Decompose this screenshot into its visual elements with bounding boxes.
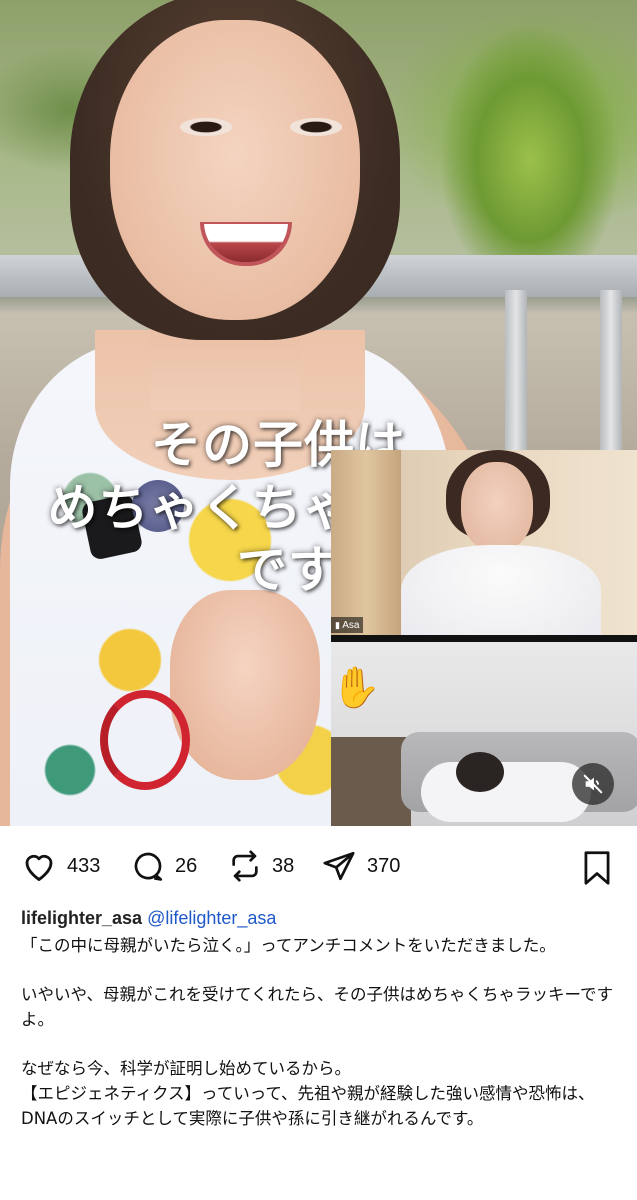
author-username[interactable]: lifelighter_asa [21, 908, 142, 928]
caption-paragraph-2: いやいや、母親がこれを受けてくれたら、その子供はめちゃくちゃラッキーですよ。 [21, 985, 614, 1029]
share-count: 370 [367, 854, 401, 877]
inset-divider [331, 635, 637, 642]
repost-count: 38 [272, 854, 295, 877]
author-mention-link[interactable]: @lifelighter_asa [147, 908, 276, 928]
mic-muted-icon: ▮ [335, 620, 340, 630]
clasped-hands [170, 590, 320, 780]
comment-bubble-icon [134, 852, 163, 881]
face [110, 20, 360, 320]
speaker-muted-icon [583, 774, 603, 794]
participant-body [401, 545, 601, 635]
heart-icon [25, 854, 53, 881]
raised-hand-icon: ✋ [331, 665, 381, 711]
shelf [331, 737, 411, 826]
caption-paragraph-3-line-2: 【エピジェネティクス】っていって、先祖や親が経験した強い感情や恐怖は、DNAのス… [21, 1084, 595, 1128]
caption-paragraph-3-line-1: なぜなら今、科学が証明し始めているから。 [21, 1059, 351, 1078]
send-icon [323, 851, 355, 881]
participant-name: Asa [342, 620, 360, 631]
left-eye [180, 118, 232, 136]
comment-count: 26 [175, 854, 198, 877]
bookmark-icon [584, 851, 610, 885]
repost-icon [232, 850, 258, 882]
participant-face [461, 462, 533, 552]
inset-participant-video [331, 450, 637, 635]
lying-person [421, 762, 591, 822]
post-action-bar: 433 26 38 370 [0, 826, 637, 906]
bookmark-button[interactable] [580, 850, 614, 890]
post-caption: lifelighter_asa @lifelighter_asa 「この中に母親… [21, 905, 621, 1131]
caption-paragraph-1: 「この中に母親がいたら泣く。」ってアンチコメントをいただきました。 [21, 936, 556, 955]
share-button[interactable]: 370 [321, 848, 400, 884]
author-row: lifelighter_asa @lifelighter_asa [21, 905, 621, 931]
red-bracelet [100, 690, 190, 790]
comment-button[interactable]: 26 [131, 848, 197, 884]
curtain [331, 450, 401, 635]
like-button[interactable]: 433 [21, 848, 100, 884]
lying-person-head [456, 752, 504, 792]
right-eye [290, 118, 342, 136]
like-count: 433 [67, 854, 101, 877]
repost-button[interactable]: 38 [228, 848, 294, 884]
participant-name-tag: ▮ Asa [331, 617, 364, 633]
mute-toggle-button[interactable] [572, 763, 614, 805]
